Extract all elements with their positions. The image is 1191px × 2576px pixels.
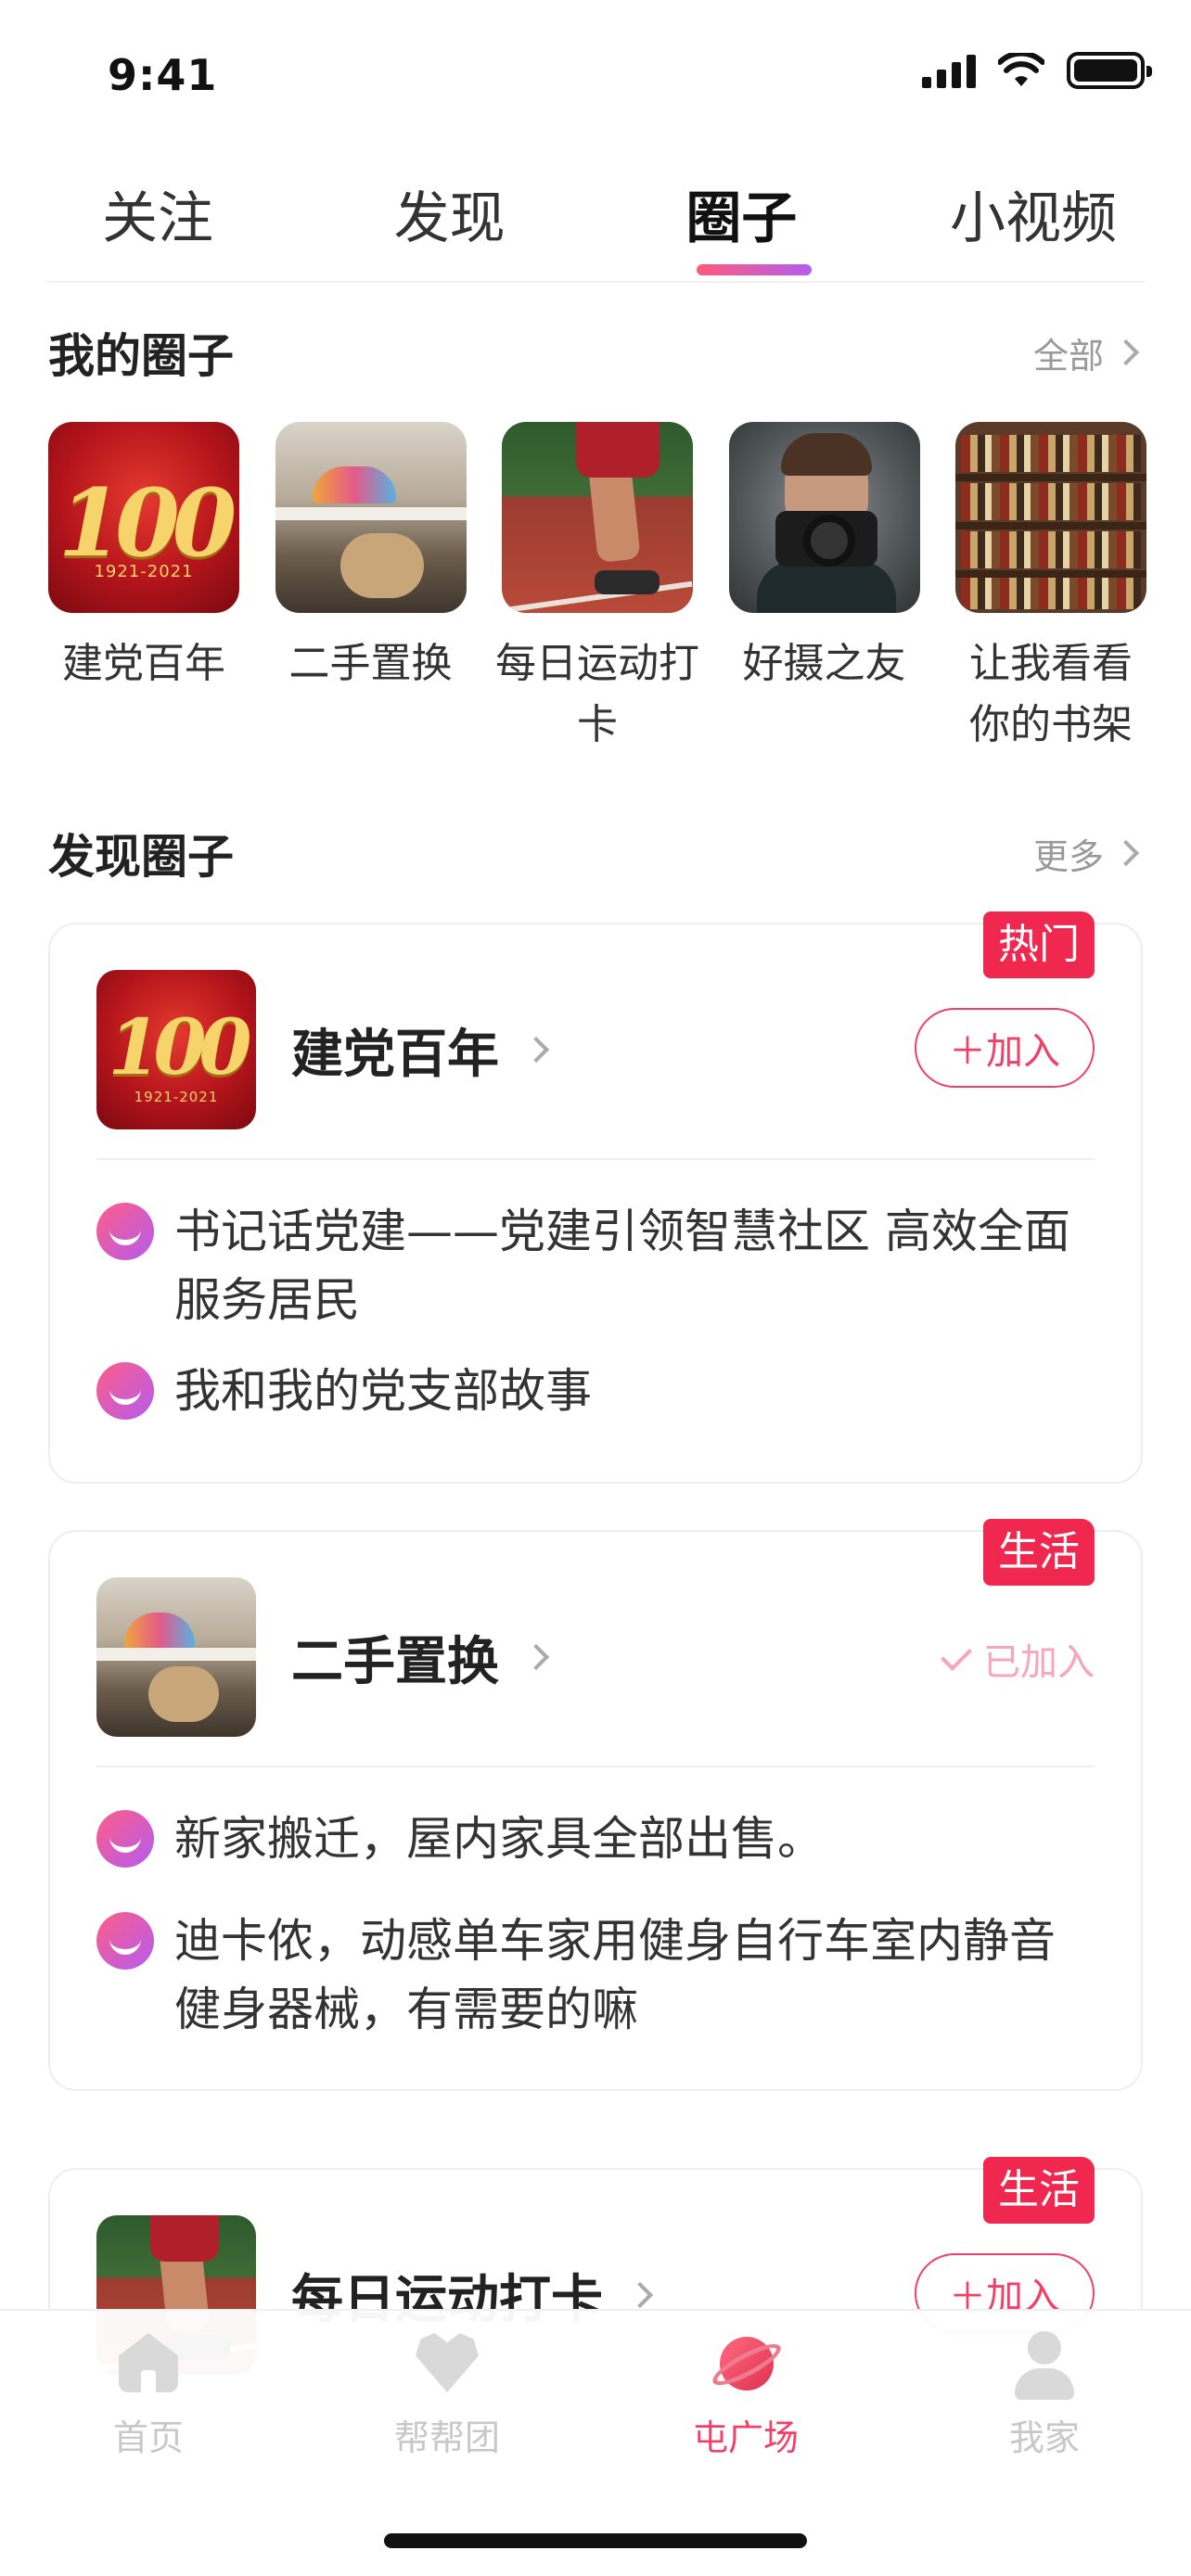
circle-thumbnail-bookshelf xyxy=(955,422,1146,613)
card-title: 建党百年 xyxy=(291,1024,499,1085)
circle-name: 每日运动打卡 xyxy=(495,640,699,748)
card-thumbnail-toys-shelf xyxy=(96,1577,256,1737)
chevron-right-icon xyxy=(522,1643,550,1671)
circle-item[interactable]: 二手置换 xyxy=(275,422,467,756)
my-circles-all-link[interactable]: 全部 xyxy=(1033,327,1143,378)
smile-logo-icon xyxy=(96,1362,154,1420)
circle-thumbnail-party-100: 100 1921-2021 xyxy=(48,422,239,613)
nav-item-help-group[interactable]: 帮帮团 xyxy=(354,2329,540,2460)
card-divider xyxy=(96,1158,1095,1160)
circle-name: 二手置换 xyxy=(288,640,453,687)
chevron-right-icon xyxy=(1112,839,1140,867)
tab-underline xyxy=(697,264,813,275)
thumb-years: 1921-2021 xyxy=(94,562,194,581)
circle-item[interactable]: 好摄之友 xyxy=(728,422,920,756)
card-title: 二手置换 xyxy=(291,1631,499,1692)
nav-item-plaza[interactable]: 屯广场 xyxy=(653,2329,839,2460)
tab-follow[interactable]: 关注 xyxy=(46,162,269,281)
tab-circles[interactable]: 圈子 xyxy=(630,162,852,281)
cellular-signal-icon xyxy=(922,53,976,88)
discover-card: 热门 100 1921-2021 建党百年 ＋加入 书记话党建——党建引领智慧社… xyxy=(48,912,1143,1484)
smile-logo-icon xyxy=(96,1912,154,1970)
nav-item-my-home[interactable]: 我家 xyxy=(952,2329,1137,2460)
post-item[interactable]: 新家搬迁，屋内家具全部出售。 xyxy=(96,1804,1095,1873)
tab-discover[interactable]: 发现 xyxy=(339,162,561,281)
post-text: 书记话党建——党建引领智慧社区 高效全面服务居民 xyxy=(174,1205,1070,1327)
post-item[interactable]: 迪卡侬，动感单车家用健身自行车室内静音健身器械，有需要的嘛 xyxy=(96,1906,1095,2044)
thumb-years: 1921-2021 xyxy=(134,1089,219,1105)
discover-circles-header: 发现圈子 更多 xyxy=(48,821,1143,886)
status-time: 9:41 xyxy=(108,50,218,100)
tab-label: 关注 xyxy=(102,186,213,251)
thumb-number: 100 xyxy=(108,1003,251,1092)
post-text: 新家搬迁，屋内家具全部出售。 xyxy=(174,1812,824,1866)
chevron-right-icon xyxy=(626,2281,654,2309)
circle-item[interactable]: 每日运动打卡 xyxy=(495,422,699,756)
discover-card: 生活 二手置换 已加入 新家搬迁，屋内家具全部出售。 迪卡侬，动感单车家用健身自… xyxy=(48,1519,1143,2091)
nav-label: 我家 xyxy=(1008,2417,1080,2458)
joined-status: 已加入 xyxy=(941,1632,1095,1686)
tab-label: 圈子 xyxy=(685,186,798,251)
card-header[interactable]: 100 1921-2021 建党百年 ＋加入 xyxy=(96,969,1095,1130)
planet-icon xyxy=(708,2329,786,2404)
tab-short-video[interactable]: 小视频 xyxy=(922,162,1145,281)
tab-label: 发现 xyxy=(393,186,506,251)
tab-label: 小视频 xyxy=(949,186,1117,251)
post-item[interactable]: 我和我的党支部故事 xyxy=(96,1357,1095,1425)
user-icon xyxy=(1007,2329,1082,2404)
all-label: 全部 xyxy=(1032,335,1104,376)
battery-icon xyxy=(1067,52,1152,89)
card-divider xyxy=(96,1766,1095,1767)
circle-thumbnail-photographer xyxy=(728,422,920,613)
home-icon xyxy=(111,2329,186,2404)
nav-label: 屯广场 xyxy=(692,2417,799,2458)
post-text: 迪卡侬，动感单车家用健身自行车室内静音健身器械，有需要的嘛 xyxy=(174,1914,1056,2036)
chevron-right-icon xyxy=(1112,338,1140,366)
post-text: 我和我的党支部故事 xyxy=(174,1364,592,1418)
my-circles-list: 100 1921-2021 建党百年 二手置换 每日运动打卡 好摄之友 让我看看… xyxy=(48,422,1146,756)
joined-label: 已加入 xyxy=(983,1641,1095,1684)
card-thumbnail-party-100: 100 1921-2021 xyxy=(96,970,256,1129)
circle-name: 建党百年 xyxy=(62,640,225,687)
join-button[interactable]: ＋加入 xyxy=(915,1008,1095,1088)
nav-item-home[interactable]: 首页 xyxy=(56,2329,241,2460)
wifi-icon xyxy=(998,53,1044,86)
nav-label: 帮帮团 xyxy=(393,2417,500,2458)
circle-item[interactable]: 让我看看你的书架 xyxy=(955,422,1146,756)
my-circles-header: 我的圈子 全部 xyxy=(48,320,1143,385)
circle-item[interactable]: 100 1921-2021 建党百年 xyxy=(48,422,239,756)
nav-label: 首页 xyxy=(112,2417,184,2458)
discover-circles-title: 发现圈子 xyxy=(48,830,234,884)
heart-hands-icon xyxy=(410,2329,484,2404)
check-icon xyxy=(941,1639,972,1671)
status-bar: 9:41 xyxy=(0,0,1191,148)
my-circles-title: 我的圈子 xyxy=(48,329,234,383)
circle-name: 让我看看你的书架 xyxy=(969,640,1133,748)
card-header[interactable]: 二手置换 已加入 xyxy=(96,1576,1095,1738)
discover-more-link[interactable]: 更多 xyxy=(1033,828,1143,879)
status-icons xyxy=(922,52,1152,89)
circle-thumbnail-runner xyxy=(502,422,693,613)
circle-name: 好摄之友 xyxy=(742,640,906,687)
smile-logo-icon xyxy=(96,1810,154,1868)
circle-thumbnail-toys-shelf xyxy=(275,422,467,613)
post-item[interactable]: 书记话党建——党建引领智慧社区 高效全面服务居民 xyxy=(96,1197,1095,1334)
smile-logo-icon xyxy=(96,1203,154,1260)
more-label: 更多 xyxy=(1032,835,1104,877)
chevron-right-icon xyxy=(522,1036,550,1064)
top-tabs: 关注 发现 圈子 小视频 xyxy=(46,162,1145,283)
home-indicator[interactable] xyxy=(384,2533,807,2548)
